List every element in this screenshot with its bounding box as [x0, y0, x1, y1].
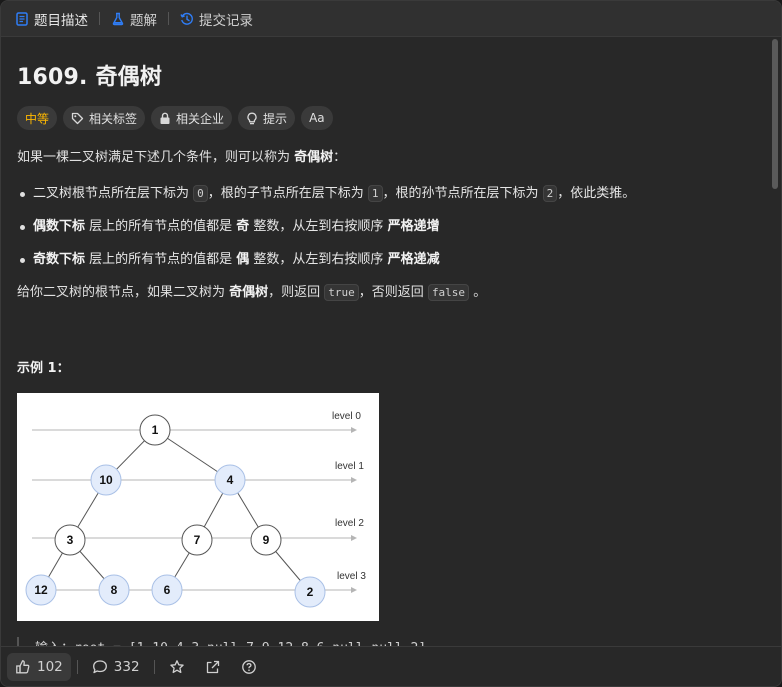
- rule-text: ，根的孙节点所在层下标为: [382, 186, 543, 201]
- favorite-button[interactable]: [161, 653, 193, 681]
- tab-label: 题解: [130, 12, 157, 29]
- list-item: 奇数下标 层上的所有节点的值都是 偶 整数，从左到右按顺序 严格递减: [17, 250, 765, 270]
- tree-node-label: 8: [111, 583, 118, 597]
- star-icon: [169, 659, 185, 675]
- example-input: 输入：root = [1,10,4,3,null,7,9,12,8,6,null…: [17, 637, 765, 646]
- share-icon: [205, 659, 221, 675]
- inline-code: 1: [367, 185, 383, 202]
- rule-bold: 偶数下标: [33, 219, 86, 234]
- intro-paragraph: 如果一棵二叉树满足下述几个条件，则可以称为 奇偶树：: [17, 148, 765, 168]
- thumbs-up-icon: [15, 659, 31, 675]
- tree-node-label: 9: [263, 533, 270, 547]
- list-item: 二叉树根节点所在层下标为 0 ，根的子节点所在层下标为 1 ，根的孙节点所在层下标为…: [17, 184, 765, 204]
- tree-node-label: 2: [307, 585, 314, 599]
- inline-code: 0: [193, 185, 208, 202]
- rule-text: 二叉树根节点所在层下标为: [33, 186, 194, 201]
- level-arrow: [351, 535, 357, 541]
- tab-description[interactable]: 题目描述: [13, 1, 90, 37]
- intro-term: 奇偶树: [294, 150, 334, 165]
- scrollbar[interactable]: [772, 39, 778, 189]
- rule-text: 整数，从左到右按顺序: [249, 219, 388, 234]
- rule-text: 整数，从左到右按顺序: [249, 252, 388, 267]
- comment-count: 332: [113, 658, 140, 675]
- result-term: 奇偶树: [229, 285, 269, 300]
- comment-icon: [92, 659, 108, 675]
- tab-label: 提交记录: [199, 12, 253, 29]
- rule-text: ，依此类推。: [557, 186, 636, 201]
- rule-text: 层上的所有节点的值都是: [85, 252, 237, 267]
- tree-node-label: 10: [99, 473, 113, 487]
- problem-window: 题目描述 题解 提交记录 1609. 奇偶树 中等 相关标签 相关企业 提示 A…: [0, 0, 782, 687]
- like-count: 102: [37, 658, 63, 675]
- tag-icon: [71, 112, 84, 125]
- rule-bold: 严格递增: [387, 219, 440, 234]
- help-button[interactable]: [233, 653, 265, 681]
- tab-divider: [168, 12, 169, 25]
- level-label: level 3: [337, 571, 366, 582]
- tree-node-label: 6: [164, 583, 171, 597]
- difficulty-badge: 中等: [17, 106, 58, 130]
- level-arrow: [351, 587, 357, 593]
- related-tags-button[interactable]: 相关标签: [63, 106, 146, 130]
- inline-code: 2: [542, 185, 558, 202]
- footer-divider: [153, 659, 155, 674]
- result-text: 。: [469, 285, 487, 300]
- tab-label: 题目描述: [34, 12, 88, 29]
- intro-suffix: ：: [333, 150, 347, 165]
- tree-node-label: 3: [67, 533, 74, 547]
- result-text: ，则返回: [268, 285, 325, 300]
- related-companies-button[interactable]: 相关企业: [151, 106, 233, 130]
- related-companies-label: 相关企业: [176, 111, 225, 126]
- badge-row: 中等 相关标签 相关企业 提示 Aa: [17, 106, 765, 130]
- inline-code: false: [427, 284, 470, 301]
- rule-text: 层上的所有节点的值都是: [85, 219, 237, 234]
- font-icon: Aa: [309, 111, 325, 125]
- example-title: 示例 1：: [17, 361, 70, 376]
- hint-button[interactable]: 提示: [238, 106, 296, 130]
- tree-node-label: 7: [194, 533, 201, 547]
- level-arrow: [351, 427, 357, 433]
- lock-icon: [159, 112, 171, 125]
- rule-bold: 严格递减: [387, 252, 440, 267]
- example-tree-image: level 0 level 1 level 2 level 3 1 10 4 3 7 9 12 8 6…: [17, 393, 379, 621]
- level-label: level 1: [335, 461, 364, 472]
- tree-node-label: 1: [152, 423, 159, 437]
- rule-bold: 奇数下标: [33, 252, 86, 267]
- tree-node-label: 4: [227, 473, 234, 487]
- footer-bar: 102 332: [1, 646, 781, 686]
- inline-code: true: [324, 284, 359, 301]
- related-tags-label: 相关标签: [89, 111, 138, 126]
- result-text: 给你二叉树的根节点，如果二叉树为: [17, 285, 230, 300]
- difficulty-label: 中等: [25, 111, 50, 126]
- level-label: level 0: [332, 411, 361, 422]
- comments-button[interactable]: 332: [84, 653, 148, 681]
- list-item: 偶数下标 层上的所有节点的值都是 奇 整数，从左到右按顺序 严格递增: [17, 217, 765, 237]
- level-label: level 2: [335, 518, 364, 529]
- rule-text: ，根的子节点所在层下标为: [207, 186, 368, 201]
- page-title: 1609. 奇偶树: [17, 65, 163, 90]
- tab-bar: 题目描述 题解 提交记录: [1, 1, 781, 37]
- tab-solutions[interactable]: 题解: [109, 1, 159, 37]
- font-size-button[interactable]: Aa: [301, 106, 333, 130]
- doc-icon: [15, 11, 29, 26]
- lightbulb-icon: [246, 112, 258, 125]
- result-text: ，否则返回: [358, 285, 428, 300]
- rule-bold: 偶: [236, 252, 250, 267]
- level-arrow: [351, 477, 357, 483]
- problem-content: 1609. 奇偶树 中等 相关标签 相关企业 提示 Aa 如果一棵二叉树满足下述…: [1, 38, 781, 646]
- tab-divider: [99, 12, 100, 25]
- tab-submissions[interactable]: 提交记录: [178, 1, 255, 37]
- share-button[interactable]: [197, 653, 229, 681]
- intro-text: 如果一棵二叉树满足下述几个条件，则可以称为: [17, 150, 295, 165]
- footer-divider: [76, 659, 78, 674]
- rule-bold: 奇: [236, 219, 250, 234]
- result-paragraph: 给你二叉树的根节点，如果二叉树为 奇偶树，则返回 true ，否则返回 false…: [17, 283, 765, 303]
- hint-label: 提示: [263, 111, 288, 126]
- flask-icon: [111, 12, 125, 26]
- history-icon: [180, 12, 194, 26]
- tree-node-label: 12: [34, 583, 48, 597]
- question-icon: [241, 659, 257, 675]
- like-button[interactable]: 102: [7, 652, 71, 681]
- condition-list: 二叉树根节点所在层下标为 0 ，根的子节点所在层下标为 1 ，根的孙节点所在层下标为…: [17, 184, 765, 270]
